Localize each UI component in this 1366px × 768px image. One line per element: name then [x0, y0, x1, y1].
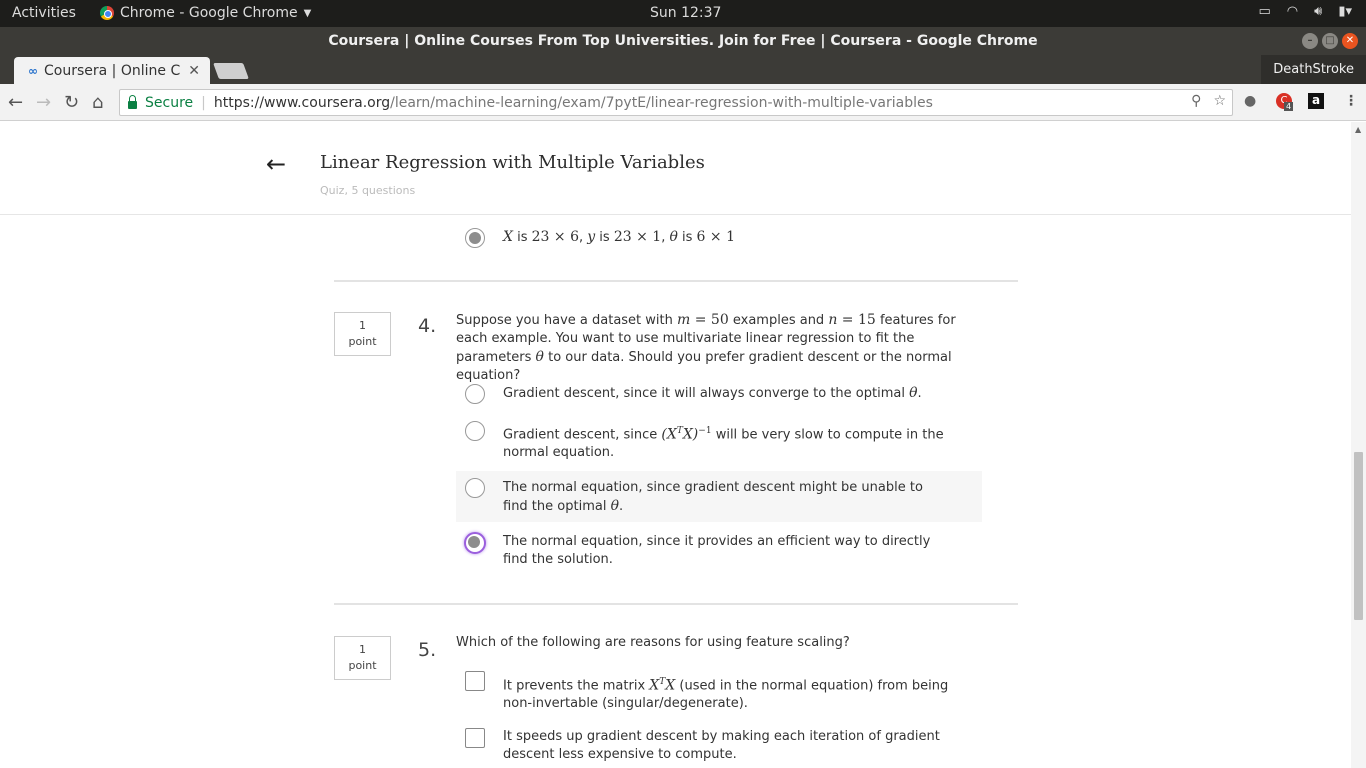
quiz-subtitle: Quiz, 5 questions	[320, 184, 416, 197]
points-label: point	[348, 335, 377, 348]
q4-points-box: 1 point	[334, 312, 391, 356]
q5-points-box: 1 point	[334, 636, 391, 680]
activities-button[interactable]: Activities	[12, 5, 76, 21]
q4-option-1-radio[interactable]	[465, 384, 485, 404]
system-top-bar: Activities Chrome - Google Chrome ▼ Sun …	[0, 0, 1366, 27]
divider: |	[201, 94, 206, 111]
chevron-down-icon: ▼	[303, 7, 312, 19]
q5-option-1-checkbox[interactable]	[465, 671, 485, 691]
wifi-icon[interactable]: ◠	[1287, 4, 1298, 19]
app-menu-label: Chrome - Google Chrome	[120, 5, 298, 21]
q4-number: 4.	[418, 315, 437, 337]
reload-icon[interactable]: ↻	[64, 92, 79, 113]
scrollbar-thumb[interactable]	[1354, 452, 1363, 620]
profile-button[interactable]: DeathStroke	[1261, 55, 1366, 84]
extension-bulb-icon[interactable]: ●	[1244, 93, 1256, 109]
q4-option-2-radio[interactable]	[465, 421, 485, 441]
zoom-icon[interactable]: ⚲	[1191, 93, 1201, 109]
back-arrow-icon[interactable]: ←	[266, 150, 286, 178]
question-divider	[334, 603, 1018, 605]
q5-option-2-checkbox[interactable]	[465, 728, 485, 748]
q3-option-radio[interactable]	[465, 228, 485, 248]
tab-title: Coursera | Online C	[44, 62, 181, 79]
points-label: point	[348, 659, 377, 672]
amazon-extension-icon[interactable]: a	[1308, 93, 1324, 109]
url-host: https://www.coursera.org	[213, 94, 391, 111]
tab-strip: ∞ Coursera | Online C ✕ DeathStroke	[0, 55, 1366, 84]
window-title-bar: Coursera | Online Courses From Top Unive…	[0, 27, 1366, 55]
q5-prompt: Which of the following are reasons for u…	[456, 635, 850, 650]
chrome-menu-icon[interactable]: ⋮	[1344, 93, 1358, 109]
maximize-button[interactable]: □	[1322, 33, 1338, 49]
page-scrollbar[interactable]: ▲	[1351, 122, 1366, 768]
page-content: X is 23 × 6, y is 23 × 1, θ is 6 × 1 1 p…	[0, 122, 1351, 768]
q4-option-1-text[interactable]: Gradient descent, since it will always c…	[503, 384, 973, 403]
window-controls: – □ ✕	[1302, 33, 1358, 49]
system-tray[interactable]: ▭ ◠ 🔊︎ ▮▾	[1258, 4, 1352, 19]
extension-red[interactable]: C 4	[1276, 93, 1294, 111]
back-arrow-icon[interactable]: ←	[8, 92, 23, 113]
browser-toolbar: ← → ↻ ⌂ Secure | https://www.coursera.or…	[0, 84, 1366, 121]
points-value: 1	[359, 319, 366, 332]
clock[interactable]: Sun 12:37	[650, 5, 721, 21]
q4-option-4-text[interactable]: The normal equation, since it provides a…	[503, 533, 953, 569]
forward-arrow-icon[interactable]: →	[36, 92, 51, 113]
minimize-button[interactable]: –	[1302, 33, 1318, 49]
display-icon[interactable]: ▭	[1258, 4, 1270, 19]
tab-coursera[interactable]: ∞ Coursera | Online C ✕	[14, 57, 210, 84]
q4-option-3-radio[interactable]	[465, 478, 485, 498]
url-path: /learn/machine-learning/exam/7pytE/linea…	[390, 94, 933, 111]
question-divider	[334, 280, 1018, 282]
chrome-icon	[100, 6, 114, 20]
battery-icon[interactable]: ▮▾	[1338, 4, 1352, 19]
extension-badge: 4	[1284, 102, 1294, 111]
scroll-up-arrow-icon[interactable]: ▲	[1355, 125, 1361, 134]
bookmark-star-icon[interactable]: ☆	[1213, 93, 1226, 109]
address-bar[interactable]: Secure | https://www.coursera.org/learn/…	[119, 89, 1233, 116]
home-icon[interactable]: ⌂	[92, 92, 103, 113]
q4-option-2-text[interactable]: Gradient descent, since (XTX)−1 will be …	[503, 422, 973, 462]
coursera-favicon-icon: ∞	[28, 63, 38, 78]
secure-label: Secure	[145, 94, 194, 111]
close-tab-icon[interactable]: ✕	[188, 63, 200, 79]
new-tab-button[interactable]	[213, 63, 249, 79]
quiz-header: ← Linear Regression with Multiple Variab…	[0, 122, 1351, 215]
window-title: Coursera | Online Courses From Top Unive…	[328, 33, 1038, 49]
q4-option-4-radio[interactable]	[464, 532, 486, 554]
q4-option-3-text[interactable]: The normal equation, since gradient desc…	[503, 479, 943, 516]
q5-option-1-text[interactable]: It prevents the matrix XTX (used in the …	[503, 673, 963, 713]
volume-icon[interactable]: 🔊︎	[1314, 4, 1322, 19]
q5-option-2-text[interactable]: It speeds up gradient descent by making …	[503, 728, 973, 764]
app-menu[interactable]: Chrome - Google Chrome ▼	[100, 5, 311, 21]
points-value: 1	[359, 643, 366, 656]
close-window-button[interactable]: ✕	[1342, 33, 1358, 49]
lock-icon	[128, 94, 137, 109]
q4-prompt: Suppose you have a dataset with m = 50 e…	[456, 312, 956, 383]
q5-number: 5.	[418, 639, 437, 661]
quiz-title: Linear Regression with Multiple Variable…	[320, 152, 705, 173]
q3-option-text: X is 23 × 6, y is 23 × 1, θ is 6 × 1	[503, 229, 735, 245]
